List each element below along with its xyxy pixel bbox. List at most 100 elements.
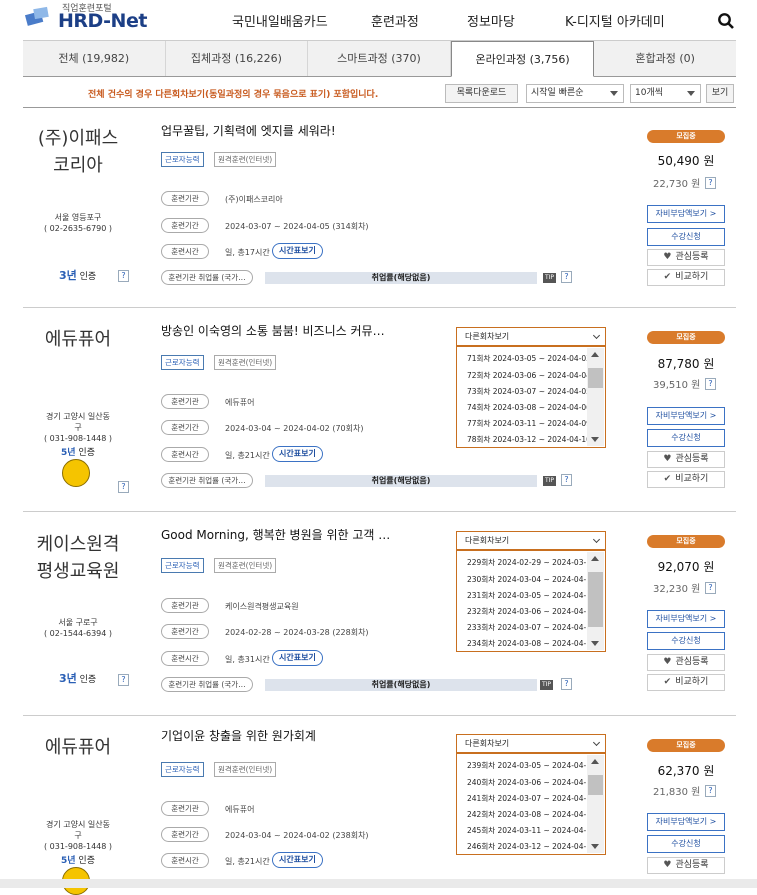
nav-courses[interactable]: 훈련과정 (371, 11, 419, 30)
round-option[interactable]: 231회차 2024-03-05 ~ 2024-04- (467, 591, 587, 601)
course-title[interactable]: Good Morning, 행복한 병원을 위한 고객 … (161, 526, 390, 543)
employment-bar: 취업률(해당없음) (265, 272, 537, 284)
round-option[interactable]: 239회차 2024-03-05 ~ 2024-04- (467, 761, 587, 771)
nav-kdigital[interactable]: K-디지털 아카데미 (565, 11, 665, 30)
compare-button[interactable]: ✔ 비교하기 (647, 269, 725, 286)
timetable-button[interactable]: 시간표보기 (272, 446, 323, 462)
round-option[interactable]: 240회차 2024-03-06 ~ 2024-04- (467, 778, 587, 788)
tip-icon[interactable]: TIP (540, 680, 553, 690)
cert-help-icon[interactable]: ? (118, 481, 129, 493)
org-name[interactable]: 케이스원격 평생교육원 (23, 531, 133, 585)
round-option[interactable]: 234회차 2024-03-08 ~ 2024-04- (467, 639, 587, 649)
price-help-icon[interactable]: ? (705, 582, 716, 594)
favorite-button[interactable]: ♥ 관심등록 (647, 857, 725, 874)
horizontal-scrollbar[interactable] (0, 879, 757, 888)
tab-all[interactable]: 전체 (19,982) (23, 41, 166, 76)
round-option[interactable]: 241회차 2024-03-07 ~ 2024-04- (467, 794, 587, 804)
timetable-button[interactable]: 시간표보기 (272, 852, 323, 868)
scroll-thumb[interactable] (588, 572, 603, 627)
tab-group[interactable]: 집체과정 (16,226) (166, 41, 309, 76)
round-option[interactable]: 73회차 2024-03-07 ~ 2024-04-05 (467, 387, 587, 397)
scroll-down-icon[interactable] (591, 641, 599, 646)
compare-button[interactable]: ✔ 비교하기 (647, 471, 725, 488)
self-pay-button[interactable]: 자비부담액보기 > (647, 813, 725, 831)
round-option[interactable]: 230회차 2024-03-04 ~ 2024-04- (467, 575, 587, 585)
round-option[interactable]: 232회차 2024-03-06 ~ 2024-04- (467, 607, 587, 617)
round-option[interactable]: 71회차 2024-03-05 ~ 2024-04-03 (467, 354, 587, 364)
cert-label: 3년 인증 (59, 672, 97, 685)
scrollbar[interactable] (587, 348, 604, 446)
tab-mixed[interactable]: 혼합과정 (0) (594, 41, 736, 76)
rounds-list[interactable]: 229회차 2024-02-29 ~ 2024-03- 230회차 2024-0… (456, 550, 606, 652)
tip-icon[interactable]: TIP (543, 476, 556, 486)
round-option[interactable]: 246회차 2024-03-12 ~ 2024-04- (467, 842, 587, 852)
nav-info[interactable]: 정보마당 (467, 11, 515, 30)
round-option[interactable]: 74회차 2024-03-08 ~ 2024-04-06 (467, 403, 587, 413)
org-name[interactable]: (주)이패스 코리아 (23, 125, 133, 179)
favorite-button[interactable]: ♥ 관심등록 (647, 654, 725, 671)
round-option[interactable]: 242회차 2024-03-08 ~ 2024-04- (467, 810, 587, 820)
favorite-button[interactable]: ♥ 관심등록 (647, 451, 725, 468)
course-card: 케이스원격 평생교육원 서울 구로구( 02-1544-6394 ) 3년 인증 … (23, 513, 736, 716)
cert-help-icon[interactable]: ? (118, 270, 129, 282)
other-rounds-select[interactable]: 다른회차보기 (456, 531, 606, 550)
round-option[interactable]: 77회차 2024-03-11 ~ 2024-04-09 (467, 419, 587, 429)
round-option[interactable]: 229회차 2024-02-29 ~ 2024-03- (467, 558, 587, 568)
other-rounds-select[interactable]: 다른회차보기 (456, 734, 606, 753)
logo-icon[interactable] (24, 5, 54, 27)
scroll-thumb[interactable] (588, 775, 603, 795)
course-title[interactable]: 기업이윤 창출을 위한 원가회계 (161, 727, 316, 744)
self-pay-button[interactable]: 자비부담액보기 > (647, 205, 725, 223)
timetable-button[interactable]: 시간표보기 (272, 650, 323, 666)
round-option[interactable]: 233회차 2024-03-07 ~ 2024-04- (467, 623, 587, 633)
apply-button[interactable]: 수강신청 (647, 429, 725, 447)
tab-online[interactable]: 온라인과정 (3,756) (450, 41, 595, 77)
rounds-list[interactable]: 71회차 2024-03-05 ~ 2024-04-03 72회차 2024-0… (456, 346, 606, 448)
org-address: 서울 구로구( 02-1544-6394 ) (44, 618, 112, 638)
rounds-list[interactable]: 239회차 2024-03-05 ~ 2024-04- 240회차 2024-0… (456, 753, 606, 855)
price-help-icon[interactable]: ? (705, 785, 716, 797)
scrollbar[interactable] (587, 755, 604, 853)
logo-text[interactable]: HRD-Net (58, 10, 147, 32)
other-rounds-select[interactable]: 다른회차보기 (456, 327, 606, 346)
per-page-select[interactable]: 10개씩 (630, 84, 701, 103)
scrollbar[interactable] (587, 552, 604, 650)
scroll-up-icon[interactable] (591, 556, 599, 561)
label-period: 훈련기간 (161, 420, 209, 435)
sort-select[interactable]: 시작일 빠른순 (526, 84, 624, 103)
scroll-down-icon[interactable] (591, 437, 599, 442)
round-option[interactable]: 78회차 2024-03-12 ~ 2024-04-10 (467, 435, 587, 445)
search-icon[interactable] (717, 12, 735, 30)
help-icon[interactable]: ? (561, 474, 572, 486)
apply-button[interactable]: 수강신청 (647, 835, 725, 853)
download-list-button[interactable]: 목록다운로드 (445, 84, 518, 103)
scroll-up-icon[interactable] (591, 759, 599, 764)
org-name[interactable]: 에듀퓨어 (23, 734, 133, 761)
scroll-up-icon[interactable] (591, 352, 599, 357)
tab-smart[interactable]: 스마트과정 (370) (308, 41, 451, 76)
round-option[interactable]: 245회차 2024-03-11 ~ 2024-04- (467, 826, 587, 836)
price-help-icon[interactable]: ? (705, 177, 716, 189)
timetable-button[interactable]: 시간표보기 (272, 243, 323, 259)
nav-card[interactable]: 국민내일배움카드 (232, 11, 328, 30)
help-icon[interactable]: ? (561, 678, 572, 690)
help-icon[interactable]: ? (561, 271, 572, 283)
self-pay-button[interactable]: 자비부담액보기 > (647, 610, 725, 628)
round-option[interactable]: 72회차 2024-03-06 ~ 2024-04-04 (467, 371, 587, 381)
scroll-down-icon[interactable] (591, 844, 599, 849)
heart-icon: ♥ (663, 454, 672, 464)
apply-button[interactable]: 수강신청 (647, 632, 725, 650)
favorite-button[interactable]: ♥ 관심등록 (647, 249, 725, 266)
price-help-icon[interactable]: ? (705, 378, 716, 390)
apply-button[interactable]: 수강신청 (647, 228, 725, 246)
count-notice: 전체 건수의 경우 다른회차보기(동일과정의 경우 묶음으로 표기) 포함입니다… (88, 90, 379, 100)
cert-help-icon[interactable]: ? (118, 674, 129, 686)
tip-icon[interactable]: TIP (543, 273, 556, 283)
scroll-thumb[interactable] (588, 368, 603, 388)
course-title[interactable]: 방송인 이숙영의 소통 붐붐! 비즈니스 커뮤… (161, 322, 385, 339)
compare-button[interactable]: ✔ 비교하기 (647, 674, 725, 691)
org-name[interactable]: 에듀퓨어 (23, 326, 133, 353)
course-title[interactable]: 업무꿀팁, 기획력에 엣지를 세워라! (161, 122, 336, 139)
self-pay-button[interactable]: 자비부담액보기 > (647, 407, 725, 425)
view-button[interactable]: 보기 (706, 84, 734, 103)
